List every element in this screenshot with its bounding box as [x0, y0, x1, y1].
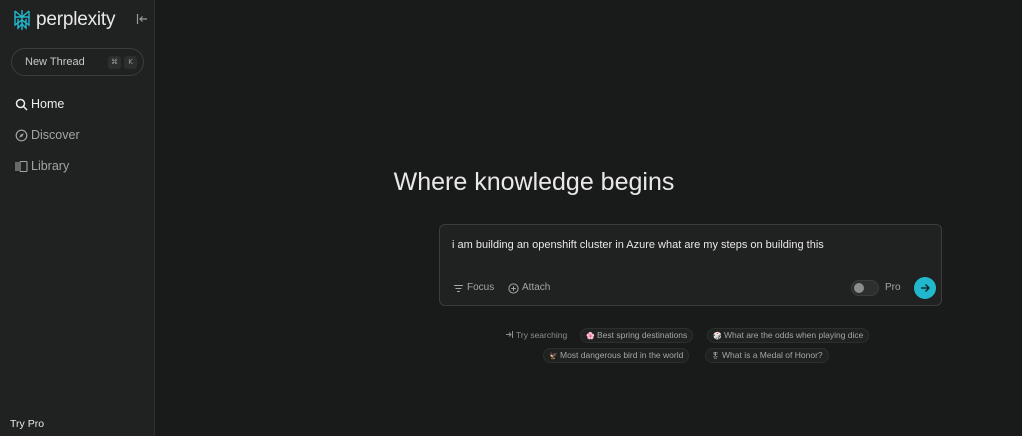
suggestion-chip[interactable]: 🎲 What are the odds when playing dice [707, 328, 870, 343]
collapse-left-icon[interactable] [136, 13, 148, 25]
library-icon [15, 160, 28, 173]
suggestion-label: Most dangerous bird in the world [560, 350, 684, 360]
try-searching-hint: Try searching [505, 330, 567, 340]
toggle-knob [854, 283, 864, 293]
search-box[interactable]: i am building an openshift cluster in Az… [439, 224, 942, 306]
flower-icon: 🌸 [586, 333, 595, 340]
sidebar: perplexity New Thread ⌘ K Home Discover … [0, 0, 155, 436]
medal-icon: 🎖 [711, 353, 720, 360]
sidebar-item-label: Library [31, 159, 70, 173]
perplexity-logo-icon [14, 10, 30, 30]
sidebar-item-library[interactable]: Library [15, 158, 140, 176]
focus-label: Focus [467, 282, 495, 293]
suggestion-chip[interactable]: 🦅 Most dangerous bird in the world [543, 348, 690, 363]
sidebar-item-home[interactable]: Home [15, 96, 140, 114]
suggestion-chip[interactable]: 🎖 What is a Medal of Honor? [705, 348, 829, 363]
suggestion-label: Best spring destinations [597, 330, 688, 340]
search-icon [15, 98, 28, 111]
try-pro-link[interactable]: Try Pro [10, 418, 44, 430]
plus-circle-icon [508, 283, 519, 294]
filter-icon [454, 284, 463, 293]
pro-toggle[interactable] [851, 280, 879, 296]
suggestion-label: What is a Medal of Honor? [722, 350, 823, 360]
sidebar-item-label: Discover [31, 128, 80, 142]
logo[interactable]: perplexity [12, 9, 148, 31]
arrow-right-icon [921, 283, 931, 293]
compass-icon [15, 129, 28, 142]
dice-icon: 🎲 [713, 333, 722, 340]
suggestion-chip[interactable]: 🌸 Best spring destinations [580, 328, 694, 343]
new-thread-label: New Thread [25, 56, 85, 68]
try-searching-label: Try searching [516, 330, 568, 340]
attach-button[interactable]: Attach [508, 281, 558, 295]
main-content [156, 0, 1022, 436]
brand-name: perplexity [36, 9, 116, 30]
new-thread-button[interactable]: New Thread ⌘ K [11, 48, 144, 76]
pro-label: Pro [885, 282, 901, 293]
attach-label: Attach [522, 282, 551, 293]
search-input[interactable]: i am building an openshift cluster in Az… [452, 239, 824, 251]
focus-button[interactable]: Focus [453, 281, 498, 295]
shortcut-k-key: K [124, 56, 137, 69]
page-title: Where knowledge begins [393, 168, 675, 196]
submit-button[interactable] [914, 277, 936, 299]
sidebar-item-label: Home [31, 97, 65, 111]
suggestion-label: What are the odds when playing dice [724, 330, 864, 340]
bird-icon: 🦅 [549, 353, 558, 360]
enter-icon [506, 331, 513, 338]
shortcut-cmd-key: ⌘ [108, 56, 121, 69]
sidebar-item-discover[interactable]: Discover [15, 127, 140, 145]
